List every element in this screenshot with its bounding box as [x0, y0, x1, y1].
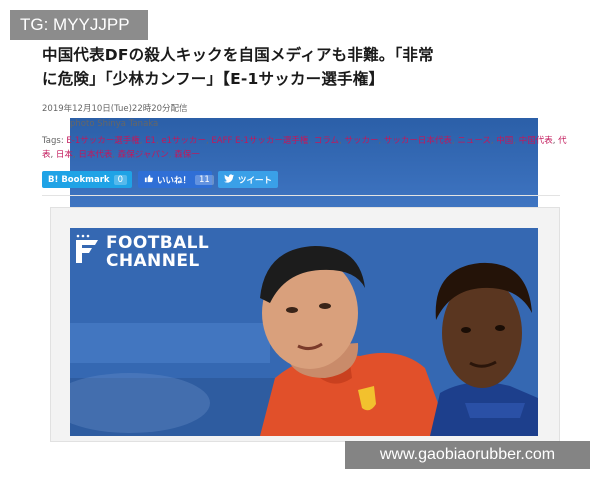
hatena-bookmark-count: 0 [113, 174, 127, 185]
tag-link[interactable]: 中国 [496, 136, 513, 146]
facebook-like-count: 11 [195, 174, 214, 185]
tag-link[interactable]: e1サッカー [161, 136, 206, 146]
thumbs-up-icon [144, 174, 153, 186]
headline-line-2: に危険」「少林カンフー」【E-1サッカー選手権】 [42, 70, 385, 88]
headline-line-1: 中国代表DFの殺人キックを自国メディアも非難。「非常 [42, 46, 434, 64]
football-channel-mark-icon [76, 234, 98, 263]
logo-channel-text: CHANNEL [106, 251, 200, 271]
tag-link[interactable]: 日本 [56, 150, 73, 160]
tweet-label: ツイート [238, 175, 273, 186]
tg-overlay-label: TG: MYYJJPP [10, 10, 148, 40]
publish-date: 2019年12月10日(Tue)22時20分配信 [42, 104, 188, 114]
article-photo: FOOTBALL CHANNEL [70, 228, 538, 436]
hatena-bookmark-label: B! Bookmark [48, 174, 110, 185]
tag-link[interactable]: コラム [314, 136, 339, 146]
share-bar: B! Bookmark 0 いいね！ 11 ツイート [42, 171, 278, 188]
tag-link[interactable]: 中国代表 [519, 136, 553, 146]
tags-label: Tags: [42, 136, 64, 146]
tag-link[interactable]: 森保ジャパン [118, 150, 169, 160]
facebook-like-label: いいね！ [157, 175, 192, 186]
tag-link[interactable]: EAFF E-1サッカー選手権 [211, 136, 308, 146]
tag-list: Tags: E-1サッカー選手権, E1, e1サッカー, EAFF E-1サッ… [42, 136, 567, 160]
logo-football-text: FOOTBALL [106, 233, 210, 253]
site-watermark: www.gaobiaorubber.com [345, 441, 590, 469]
tag-link[interactable]: 日本代表 [78, 150, 112, 160]
tweet-button[interactable]: ツイート [218, 171, 278, 188]
header-divider [42, 195, 560, 196]
tag-link[interactable]: サッカー日本代表 [384, 136, 452, 146]
hatena-bookmark-button[interactable]: B! Bookmark 0 [42, 171, 132, 188]
tag-link[interactable]: サッカー [344, 136, 378, 146]
football-channel-logo: FOOTBALL CHANNEL [74, 234, 209, 270]
facebook-like-button[interactable]: いいね！ 11 [138, 171, 214, 188]
twitter-bird-icon [224, 173, 234, 186]
article-headline: 中国代表DFの殺人キックを自国メディアも非難。「非常 に危険」「少林カンフー」【… [42, 43, 562, 91]
tag-link[interactable]: E-1サッカー選手権 [66, 136, 139, 146]
tag-link[interactable]: ニュース [457, 136, 491, 146]
tag-link[interactable]: 森保一 [174, 150, 200, 160]
tag-link[interactable]: E1 [145, 136, 156, 146]
